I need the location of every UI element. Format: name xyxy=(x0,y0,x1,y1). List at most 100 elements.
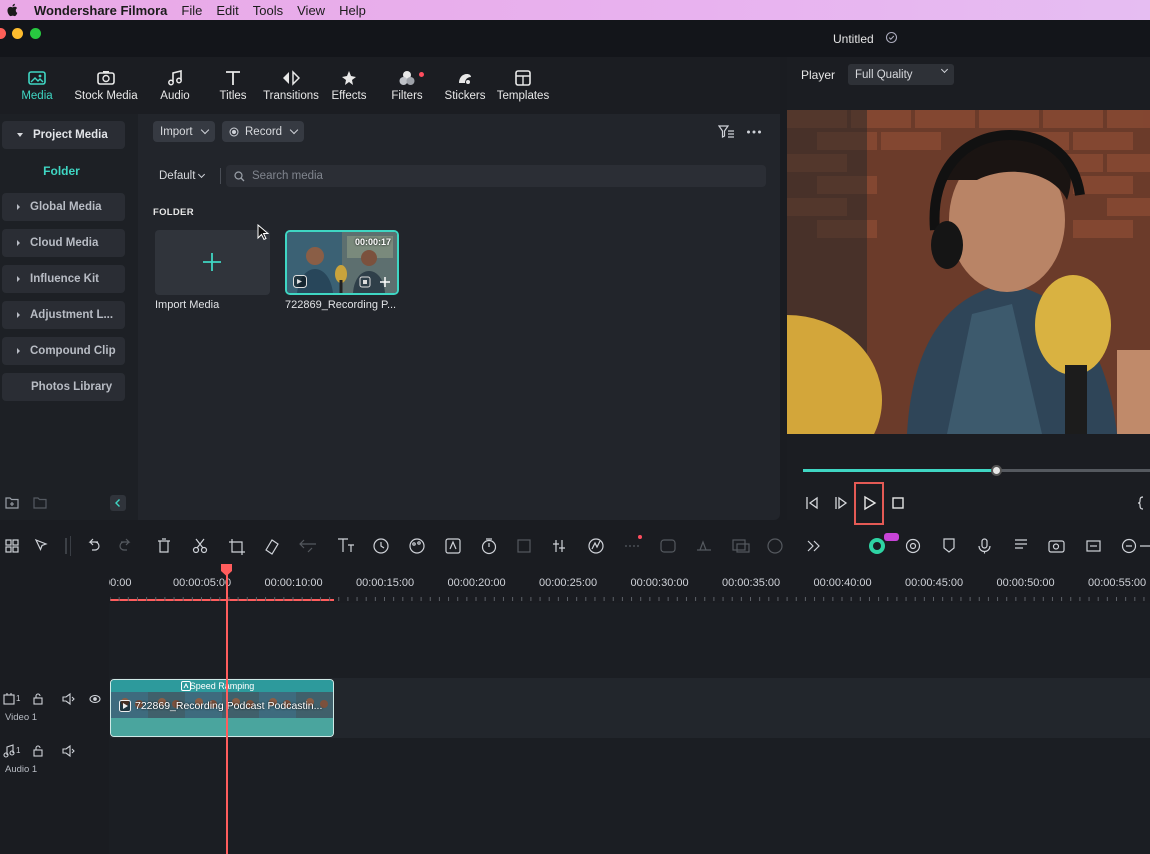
sidebar-item-compound-clip[interactable]: Compound Clip xyxy=(2,337,125,365)
speed-ramping-label: Speed Ramping xyxy=(111,680,333,692)
menu-help[interactable]: Help xyxy=(339,3,380,18)
clip-type-icon xyxy=(293,275,307,288)
tab-stock-media-label: Stock Media xyxy=(74,89,138,102)
sidebar-item-influence-kit[interactable]: Influence Kit xyxy=(2,265,125,293)
tab-media-label: Media xyxy=(21,89,53,102)
video-track-mute-button[interactable] xyxy=(61,691,75,707)
ruler-tick-label: 00:00:55:00 xyxy=(1088,577,1147,589)
sort-dropdown[interactable]: Default xyxy=(153,165,206,186)
zoom-window-button[interactable] xyxy=(30,28,41,39)
redo-button[interactable] xyxy=(117,537,139,557)
menu-file[interactable]: File xyxy=(181,3,216,18)
previous-frame-icon[interactable] xyxy=(805,496,819,510)
menu-tools[interactable]: Tools xyxy=(253,3,297,18)
tab-transitions[interactable]: Transitions xyxy=(262,57,320,114)
playhead-handle[interactable] xyxy=(221,564,232,576)
sidebar-item-cloud-media[interactable]: Cloud Media xyxy=(2,229,125,257)
folder-icon[interactable] xyxy=(33,496,47,509)
saved-check-icon xyxy=(885,31,898,44)
ruler-tick-label: 00:00:30:00 xyxy=(630,577,689,589)
tab-media[interactable]: Media xyxy=(8,57,66,114)
window-titlebar xyxy=(0,20,1150,57)
ai-tools-button[interactable] xyxy=(866,537,890,557)
search-box[interactable] xyxy=(226,165,766,187)
tab-effects[interactable]: Effects xyxy=(320,57,378,114)
tab-stickers[interactable]: Stickers xyxy=(436,57,494,114)
tab-titles[interactable]: Titles xyxy=(204,57,262,114)
toolbar-divider xyxy=(70,536,71,556)
video-preview[interactable] xyxy=(787,110,1150,434)
import-media-label: Import Media xyxy=(155,299,220,311)
sidebar-item-label: Cloud Media xyxy=(30,237,99,249)
svg-text:1: 1 xyxy=(16,694,21,703)
select-tool-button[interactable] xyxy=(30,537,52,557)
ruler-tick-label: 00:00:35:00 xyxy=(722,577,781,589)
tab-stickers-label: Stickers xyxy=(444,89,486,102)
timeline-video-clip[interactable]: Speed Ramping 722869_Recording Podcast P… xyxy=(110,679,334,737)
import-button[interactable]: Import xyxy=(153,121,215,142)
music-note-icon xyxy=(168,69,182,85)
video-track-visibility-button[interactable] xyxy=(88,691,102,707)
sidebar-item-label: Adjustment L... xyxy=(30,309,114,321)
undo-button[interactable] xyxy=(82,537,104,557)
app-menu[interactable]: Wondershare Filmora xyxy=(0,3,181,18)
next-frame-icon[interactable] xyxy=(834,496,848,510)
sidebar-item-global-media[interactable]: Global Media xyxy=(2,193,125,221)
add-to-timeline-icon[interactable] xyxy=(379,276,391,288)
import-media-card[interactable] xyxy=(155,230,270,295)
new-folder-icon[interactable] xyxy=(5,496,19,509)
stop-icon[interactable] xyxy=(892,497,904,509)
ruler-tick-label: 00:00:05:00 xyxy=(173,577,232,589)
chevron-down-icon xyxy=(200,125,209,135)
search-input[interactable] xyxy=(252,165,752,187)
tab-audio[interactable]: Audio xyxy=(146,57,204,114)
notification-dot xyxy=(419,72,424,77)
speed-icon xyxy=(181,681,191,691)
sidebar-item-project-media[interactable]: Project Media xyxy=(2,121,125,149)
mouse-cursor-icon xyxy=(257,224,269,241)
sidebar-item-adjustment-layer[interactable]: Adjustment L... xyxy=(2,301,125,329)
ruler-tick-label: 00:00:20:00 xyxy=(447,577,506,589)
media-clip-thumbnail[interactable]: 00:00:17 xyxy=(285,230,399,295)
titles-icon xyxy=(226,70,240,85)
more-options-icon[interactable] xyxy=(746,129,762,135)
audio-track-mute-button[interactable] xyxy=(61,743,75,759)
minimize-window-button[interactable] xyxy=(12,28,23,39)
filter-list-icon[interactable] xyxy=(718,125,735,139)
video-track-lock-button[interactable] xyxy=(32,691,46,707)
menu-view[interactable]: View xyxy=(297,3,339,18)
bracket-icon[interactable] xyxy=(1137,496,1145,510)
collapse-sidebar-button[interactable] xyxy=(110,495,126,511)
proxy-icon xyxy=(359,276,371,288)
sidebar-folder[interactable]: Folder xyxy=(0,164,123,178)
sidebar-item-photos-library[interactable]: Photos Library xyxy=(2,373,125,401)
quality-dropdown[interactable]: Full Quality xyxy=(848,64,954,85)
macos-menubar: Wondershare Filmora File Edit Tools View… xyxy=(0,0,1150,20)
collapse-arrow-icon xyxy=(17,348,20,354)
project-title[interactable]: Untitled xyxy=(833,32,874,46)
apple-icon[interactable] xyxy=(6,3,18,17)
split-button[interactable] xyxy=(189,537,211,557)
tab-titles-label: Titles xyxy=(219,89,247,102)
crop-button[interactable] xyxy=(225,537,247,557)
library-tabs: Media Stock Media Audio Titles Transitio… xyxy=(0,57,780,114)
sidebar-item-label: Project Media xyxy=(33,129,108,141)
sidebar-item-label: Influence Kit xyxy=(30,273,100,285)
layout-button[interactable] xyxy=(0,537,24,557)
menu-edit[interactable]: Edit xyxy=(216,3,252,18)
tab-templates[interactable]: Templates xyxy=(494,57,552,114)
tab-stock-media[interactable]: Stock Media xyxy=(66,57,146,114)
collapse-arrow-icon xyxy=(17,240,20,246)
track-headers xyxy=(0,565,109,854)
tab-filters-label: Filters xyxy=(391,89,423,102)
record-button[interactable]: Record xyxy=(222,121,305,142)
sidebar-item-label: Global Media xyxy=(30,201,102,213)
delete-button[interactable] xyxy=(153,537,175,557)
ruler-tick-label: 00:00:15:00 xyxy=(356,577,415,589)
media-icon xyxy=(28,70,46,85)
tab-templates-label: Templates xyxy=(496,89,550,102)
tab-filters[interactable]: Filters xyxy=(378,57,436,114)
play-icon[interactable] xyxy=(863,495,877,511)
audio-track-lock-button[interactable] xyxy=(32,743,46,759)
ruler-tick-label: 00:00:10:00 xyxy=(264,577,323,589)
